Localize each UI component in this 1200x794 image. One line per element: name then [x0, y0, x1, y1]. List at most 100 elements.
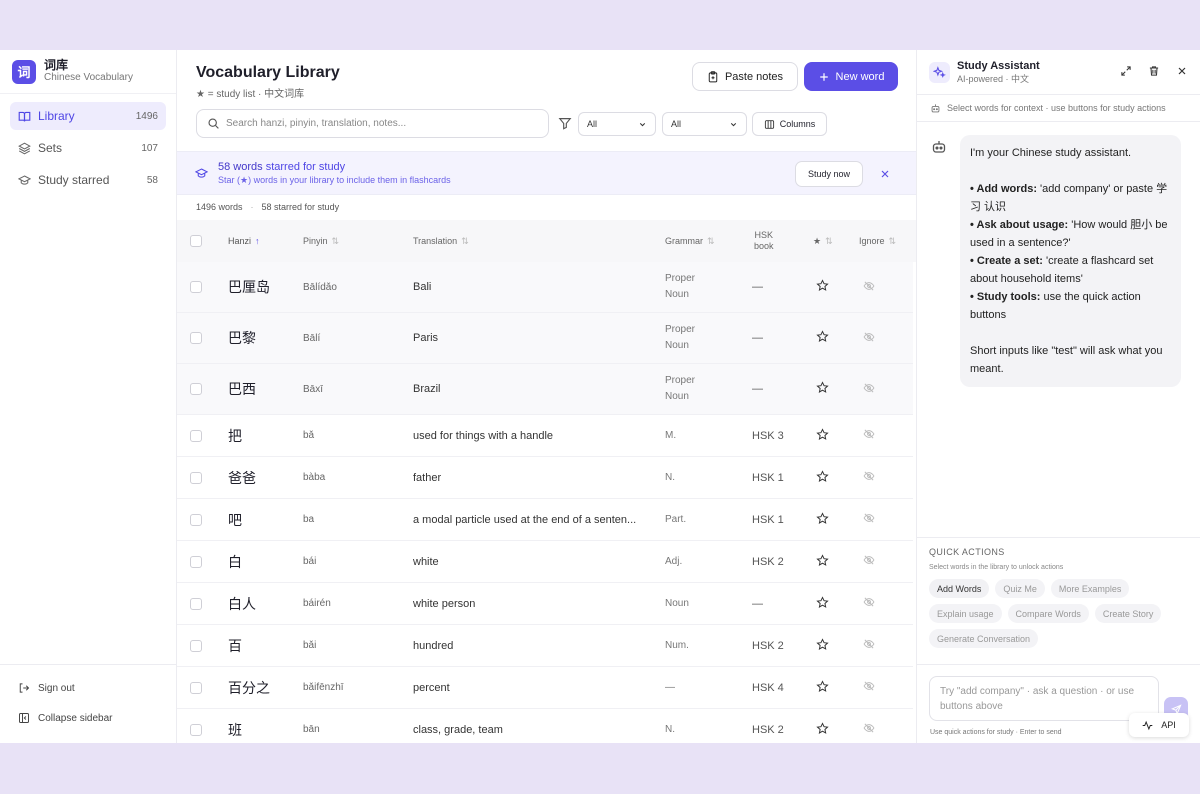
star-toggle[interactable] — [816, 457, 829, 498]
ignore-toggle[interactable] — [863, 457, 875, 498]
columns-button[interactable]: Columns — [752, 112, 827, 136]
hsk-cell: HSK 2 — [752, 639, 784, 652]
row-checkbox[interactable] — [190, 457, 202, 498]
eye-off-icon — [863, 596, 875, 611]
sidebar-item-library[interactable]: Library 1496 — [10, 102, 166, 130]
row-checkbox[interactable] — [190, 583, 202, 624]
star-toggle[interactable] — [816, 667, 829, 708]
star-toggle[interactable] — [816, 364, 829, 414]
star-toggle[interactable] — [816, 415, 829, 456]
sign-out-button[interactable]: Sign out — [10, 675, 166, 701]
row-checkbox[interactable] — [190, 709, 202, 743]
new-word-button[interactable]: New word — [804, 62, 898, 91]
hanzi-cell: 百分之 — [228, 679, 270, 696]
expand-icon[interactable] — [1120, 65, 1132, 77]
table-row[interactable]: 吧 ba a modal particle used at the end of a… — [177, 499, 913, 541]
column-header-translation[interactable]: Translation ⇅ — [413, 220, 469, 262]
column-header-ignore[interactable]: Ignore ⇅ — [859, 220, 896, 262]
graduation-cap-icon — [195, 168, 208, 178]
paste-notes-button[interactable]: Paste notes — [692, 62, 798, 91]
hanzi-cell: 吧 — [228, 511, 242, 528]
column-header-star[interactable]: ★ ⇅ — [813, 220, 833, 262]
search-input[interactable] — [226, 118, 526, 129]
ignore-toggle[interactable] — [863, 364, 875, 414]
close-icon[interactable] — [879, 168, 891, 180]
collapse-sidebar-button[interactable]: Collapse sidebar — [10, 705, 166, 731]
column-header-hanzi[interactable]: Hanzi ↑ — [228, 220, 260, 262]
table-row[interactable]: 班 bān class, grade, team N. HSK 2 — [177, 709, 913, 743]
study-now-button[interactable]: Study now — [795, 161, 863, 187]
chip-quiz-me[interactable]: Quiz Me — [995, 579, 1045, 598]
star-toggle[interactable] — [816, 262, 829, 312]
chip-generate-conversation[interactable]: Generate Conversation — [929, 629, 1039, 648]
ignore-toggle[interactable] — [863, 583, 875, 624]
filter-select-1[interactable]: All — [578, 112, 656, 136]
filter-select-2[interactable]: All — [662, 112, 747, 136]
row-checkbox[interactable] — [190, 541, 202, 582]
star-toggle[interactable] — [816, 583, 829, 624]
hanzi-cell: 爸爸 — [228, 469, 256, 486]
ignore-toggle[interactable] — [863, 262, 875, 312]
grammar-cell: Num. — [665, 639, 689, 651]
eye-off-icon — [863, 512, 875, 527]
ignore-toggle[interactable] — [863, 313, 875, 363]
table-row[interactable]: 巴厘岛 Bālídǎo Bali Proper Noun — — [177, 262, 913, 313]
table-row[interactable]: 巴西 Bāxī Brazil Proper Noun — — [177, 364, 913, 415]
hanzi-cell: 白 — [228, 553, 242, 570]
table-row[interactable]: 白人 báirén white person Noun — — [177, 583, 913, 625]
star-icon — [816, 381, 829, 397]
star-toggle[interactable] — [816, 625, 829, 666]
ignore-toggle[interactable] — [863, 709, 875, 743]
sidebar-item-sets[interactable]: Sets 107 — [10, 134, 166, 162]
table-row[interactable]: 爸爸 bàba father N. HSK 1 — [177, 457, 913, 499]
row-checkbox[interactable] — [190, 667, 202, 708]
chip-more-examples[interactable]: More Examples — [1050, 579, 1130, 598]
translation-cell: a modal particle used at the end of a se… — [413, 513, 637, 526]
row-checkbox[interactable] — [190, 262, 202, 312]
select-all-checkbox[interactable] — [190, 220, 202, 262]
ignore-toggle[interactable] — [863, 625, 875, 666]
table-row[interactable]: 把 bǎ used for things with a handle M. HSK 3 — [177, 415, 913, 457]
close-icon[interactable] — [1176, 65, 1188, 77]
star-toggle[interactable] — [816, 499, 829, 540]
filter-icon[interactable] — [558, 116, 572, 130]
ignore-toggle[interactable] — [863, 415, 875, 456]
brand-title: 词库 — [44, 58, 69, 72]
sidebar-item-study-starred[interactable]: Study starred 58 — [10, 166, 166, 194]
chip-add-words[interactable]: Add Words — [929, 579, 990, 598]
star-icon — [816, 279, 829, 295]
table-row[interactable]: 百 bǎi hundred Num. HSK 2 — [177, 625, 913, 667]
chevron-down-icon — [730, 122, 737, 126]
table-row[interactable]: 白 bái white Adj. HSK 2 — [177, 541, 913, 583]
chip-compare-words[interactable]: Compare Words — [1007, 604, 1089, 623]
column-header-hsk[interactable]: HSK book — [754, 220, 774, 262]
row-checkbox[interactable] — [190, 499, 202, 540]
stats-line: 1496 words · 58 starred for study — [177, 195, 916, 220]
row-checkbox[interactable] — [190, 364, 202, 414]
row-checkbox[interactable] — [190, 415, 202, 456]
table-row[interactable]: 百分之 bǎifēnzhī percent — HSK 4 — [177, 667, 913, 709]
row-checkbox[interactable] — [190, 313, 202, 363]
column-header-grammar[interactable]: Grammar ⇅ — [665, 220, 715, 262]
chip-create-story[interactable]: Create Story — [1094, 604, 1162, 623]
column-header-pinyin[interactable]: Pinyin ⇅ — [303, 220, 339, 262]
star-toggle[interactable] — [816, 541, 829, 582]
ignore-toggle[interactable] — [863, 499, 875, 540]
chat-input[interactable]: Try "add company" · ask a question · or … — [929, 676, 1159, 721]
chip-explain-usage[interactable]: Explain usage — [929, 604, 1002, 623]
banner-title-rest: starred for study — [262, 161, 346, 173]
chat-area: I'm your Chinese study assistant. • Add … — [917, 122, 1200, 537]
layers-icon — [18, 142, 31, 154]
star-toggle[interactable] — [816, 313, 829, 363]
table-row[interactable]: 巴黎 Bālí Paris Proper Noun — — [177, 313, 913, 364]
row-checkbox[interactable] — [190, 625, 202, 666]
hanzi-cell: 班 — [228, 721, 242, 738]
api-button[interactable]: API — [1129, 713, 1189, 737]
ignore-toggle[interactable] — [863, 541, 875, 582]
ignore-toggle[interactable] — [863, 667, 875, 708]
robot-icon — [931, 103, 940, 112]
trash-icon[interactable] — [1148, 65, 1160, 77]
filter-select-2-value: All — [671, 119, 682, 129]
search-box[interactable] — [196, 109, 549, 138]
star-toggle[interactable] — [816, 709, 829, 743]
